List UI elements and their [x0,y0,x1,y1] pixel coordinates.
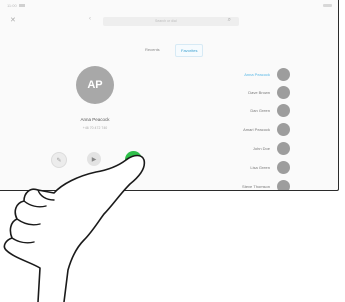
pointing-hand-icon [3,154,146,302]
